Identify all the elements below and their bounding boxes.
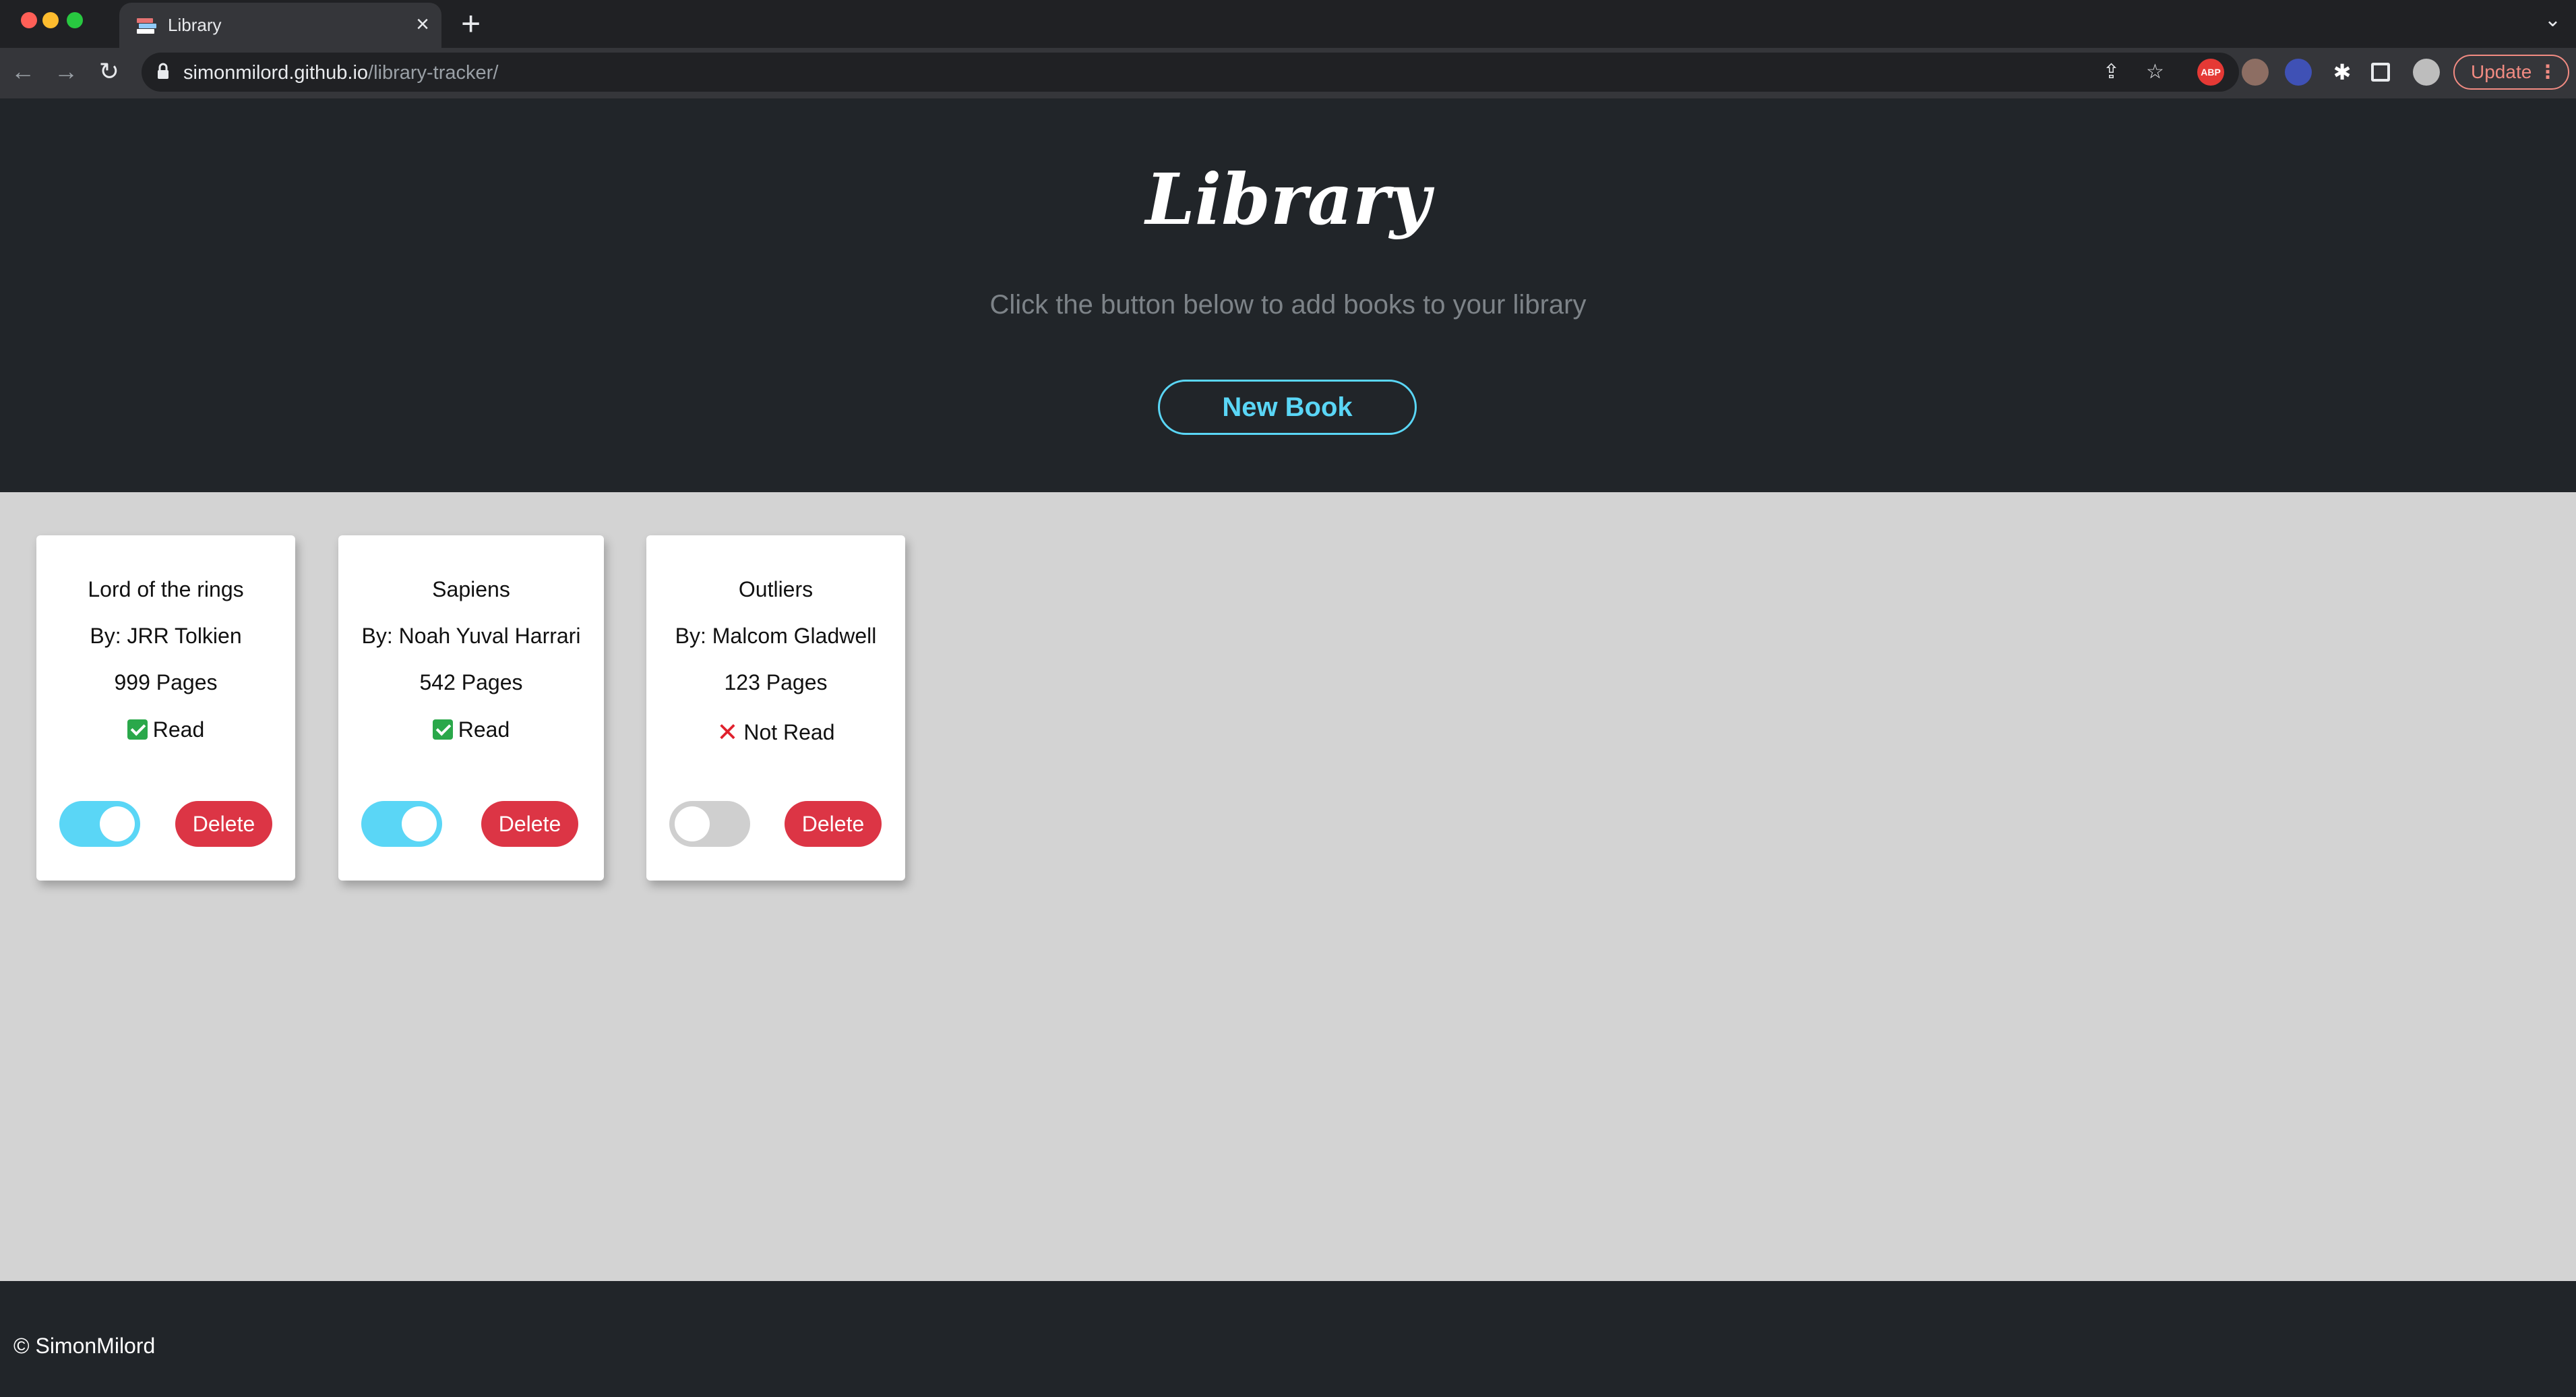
toggle-knob: [675, 806, 710, 841]
reload-icon[interactable]: ↻: [92, 55, 126, 88]
extension-icon[interactable]: [2242, 59, 2269, 86]
star-icon[interactable]: ☆: [2146, 61, 2164, 84]
copyright: © SimonMilord: [13, 1334, 156, 1358]
book-card: Lord of the rings By: JRR Tolkien 999 Pa…: [36, 535, 295, 881]
browser-toolbar: ← → ↻ simonmilord.github.io/library-trac…: [0, 48, 2576, 98]
book-status: ✕ Not Read: [646, 717, 905, 748]
book-pages: 123 Pages: [724, 670, 828, 694]
more-vert-icon: ⋮: [2538, 61, 2557, 82]
tab-strip: Library × + ⌄: [0, 0, 2576, 48]
book-pages: 542 Pages: [419, 670, 523, 694]
book-title: Outliers: [738, 577, 814, 601]
book-card: Outliers By: Malcom Gladwell 123 Pages ✕…: [646, 535, 905, 881]
forward-arrow-icon[interactable]: →: [49, 55, 83, 88]
window-close-button[interactable]: [21, 12, 37, 28]
status-label: Not Read: [743, 720, 835, 744]
check-icon: [432, 719, 453, 740]
page-header: Library Click the button below to add bo…: [0, 98, 2576, 492]
tab-title: Library: [168, 15, 222, 35]
book-author: By: JRR Tolkien: [90, 624, 242, 648]
chevron-down-icon[interactable]: ⌄: [2544, 8, 2561, 32]
adblock-extension-icon[interactable]: ABP: [2197, 59, 2224, 86]
tab-library[interactable]: Library ×: [119, 3, 441, 48]
update-button[interactable]: Update ⋮: [2453, 55, 2569, 90]
book-card: Sapiens By: Noah Yuval Harrari 542 Pages…: [338, 535, 604, 881]
url-host: simonmilord.github.io: [183, 62, 369, 84]
logo: Library: [1145, 158, 1431, 241]
book-author: By: Noah Yuval Harrari: [361, 624, 581, 648]
avatar[interactable]: [2413, 59, 2440, 86]
url-text: simonmilord.github.io/library-tracker/: [183, 62, 498, 84]
library-grid: Lord of the rings By: JRR Tolkien 999 Pa…: [0, 492, 2576, 1281]
book-title: Lord of the rings: [88, 577, 244, 601]
toggle-knob: [100, 806, 135, 841]
back-arrow-icon[interactable]: ←: [6, 55, 40, 88]
url-path: /library-tracker/: [368, 62, 499, 84]
window-minimize-button[interactable]: [42, 12, 59, 28]
book-title: Sapiens: [432, 577, 510, 601]
sidebar-icon[interactable]: [2371, 63, 2390, 82]
close-icon: ✕: [716, 719, 739, 747]
gear-extension-icon[interactable]: [2285, 59, 2312, 86]
status-label: Read: [458, 717, 510, 742]
new-book-button[interactable]: New Book: [1158, 380, 1417, 435]
read-toggle[interactable]: [59, 801, 140, 847]
browser-chrome: Library × + ⌄ ← → ↻ simonmilord.github.i…: [0, 0, 2576, 98]
delete-button[interactable]: Delete: [175, 801, 272, 847]
check-icon: [127, 719, 148, 740]
footer: © SimonMilord: [0, 1281, 2576, 1397]
read-toggle[interactable]: [669, 801, 750, 847]
book-status: Read: [36, 717, 295, 742]
share-icon[interactable]: ⇪: [2103, 61, 2120, 84]
subtitle: Click the button below to add books to y…: [989, 290, 1587, 320]
delete-button[interactable]: Delete: [785, 801, 882, 847]
book-status: Read: [338, 717, 604, 742]
close-tab-icon[interactable]: ×: [416, 11, 429, 38]
puzzle-icon[interactable]: ✱: [2329, 59, 2356, 86]
delete-button[interactable]: Delete: [481, 801, 578, 847]
book-pages: 999 Pages: [114, 670, 218, 694]
books-icon: [137, 18, 156, 34]
book-author: By: Malcom Gladwell: [675, 624, 877, 648]
address-bar[interactable]: simonmilord.github.io/library-tracker/ ⇪…: [142, 53, 2239, 92]
new-tab-button[interactable]: +: [461, 5, 481, 42]
status-label: Read: [152, 717, 205, 742]
read-toggle[interactable]: [361, 801, 442, 847]
update-label: Update: [2471, 61, 2532, 82]
toggle-knob: [402, 806, 437, 841]
lock-icon: [158, 63, 168, 79]
window-zoom-button[interactable]: [67, 12, 83, 28]
